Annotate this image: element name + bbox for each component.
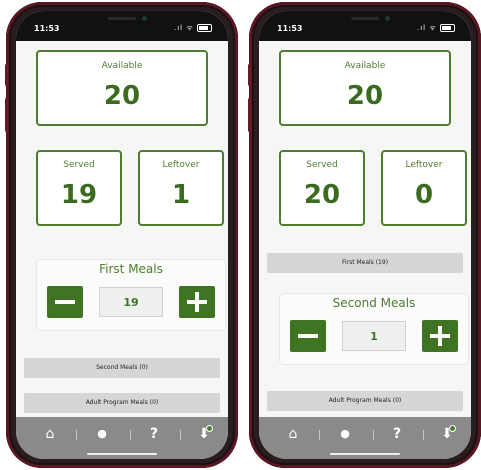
leftover-label: Leftover — [405, 160, 443, 170]
status-icons: .ıl ᯤ — [174, 24, 212, 33]
meal-count[interactable]: 19 — [99, 287, 163, 317]
decrement-button[interactable] — [290, 320, 326, 352]
adult-program-meals-bar[interactable]: Adult Program Meals (0) — [267, 391, 463, 411]
served-card: Served 19 — [36, 150, 122, 226]
user-icon[interactable]: ● — [335, 425, 355, 443]
served-label: Served — [63, 160, 95, 170]
wifi-icon: ᯤ — [429, 24, 437, 32]
minus-icon — [55, 300, 75, 304]
second-meals-panel: Second Meals 1 — [279, 293, 469, 365]
mute-switch — [248, 64, 251, 86]
leftover-card: Leftover 1 — [138, 150, 224, 226]
right-phone-frame: 11:53 .ıl ᯤ Available 20 Served 20 Lefto… — [248, 2, 481, 468]
leftover-value: 0 — [414, 180, 434, 210]
tab-bar: ⌂ ● ? ⬇ — [259, 417, 471, 459]
left-phone-frame: 11:53 .ıl ᯤ Available 20 Served 19 Lefto… — [5, 2, 238, 468]
left-screen: 11:53 .ıl ᯤ Available 20 Served 19 Lefto… — [16, 11, 228, 459]
leftover-value: 1 — [171, 180, 191, 210]
first-meals-bar[interactable]: First Meals (19) — [267, 253, 463, 273]
served-label: Served — [306, 160, 338, 170]
home-indicator — [330, 453, 400, 455]
volume-up-button — [248, 98, 251, 132]
leftover-label: Leftover — [162, 160, 200, 170]
battery-icon — [197, 24, 212, 32]
volume-up-button — [5, 98, 8, 132]
inbox-icon[interactable]: ⬇ — [437, 425, 457, 443]
meal-count[interactable]: 1 — [342, 321, 406, 351]
home-icon[interactable]: ⌂ — [283, 425, 303, 443]
help-icon[interactable]: ? — [387, 425, 407, 443]
available-label: Available — [101, 61, 143, 71]
served-card: Served 20 — [279, 150, 365, 226]
notification-badge — [206, 425, 213, 432]
notification-badge — [449, 425, 456, 432]
served-value: 19 — [60, 180, 98, 210]
leftover-card: Leftover 0 — [381, 150, 467, 226]
meal-title: First Meals — [99, 262, 163, 276]
status-time: 11:53 — [34, 24, 60, 33]
available-card: Available 20 — [279, 50, 451, 126]
notch — [315, 11, 415, 29]
available-value: 20 — [103, 81, 141, 111]
battery-icon — [440, 24, 455, 32]
notch — [72, 11, 172, 29]
available-value: 20 — [346, 81, 384, 111]
increment-button[interactable] — [422, 320, 458, 352]
adult-program-meals-bar[interactable]: Adult Program Meals (0) — [24, 393, 220, 413]
available-label: Available — [344, 61, 386, 71]
status-time: 11:53 — [277, 24, 303, 33]
decrement-button[interactable] — [47, 286, 83, 318]
user-icon[interactable]: ● — [92, 425, 112, 443]
signal-icon: .ıl — [174, 24, 184, 32]
inbox-icon[interactable]: ⬇ — [194, 425, 214, 443]
served-value: 20 — [303, 180, 341, 210]
wifi-icon: ᯤ — [186, 24, 194, 32]
status-icons: .ıl ᯤ — [417, 24, 455, 33]
status-bar: 11:53 .ıl ᯤ — [259, 11, 471, 41]
status-bar: 11:53 .ıl ᯤ — [16, 11, 228, 41]
second-meals-bar[interactable]: Second Meals (0) — [24, 358, 220, 378]
first-meals-panel: First Meals 19 — [36, 259, 226, 331]
increment-button[interactable] — [179, 286, 215, 318]
right-screen: 11:53 .ıl ᯤ Available 20 Served 20 Lefto… — [259, 11, 471, 459]
signal-icon: .ıl — [417, 24, 427, 32]
home-icon[interactable]: ⌂ — [40, 425, 60, 443]
tab-bar: ⌂ ● ? ⬇ — [16, 417, 228, 459]
minus-icon — [298, 334, 318, 338]
meal-title: Second Meals — [332, 296, 416, 310]
mute-switch — [5, 64, 8, 86]
help-icon[interactable]: ? — [144, 425, 164, 443]
home-indicator — [87, 453, 157, 455]
available-card: Available 20 — [36, 50, 208, 126]
